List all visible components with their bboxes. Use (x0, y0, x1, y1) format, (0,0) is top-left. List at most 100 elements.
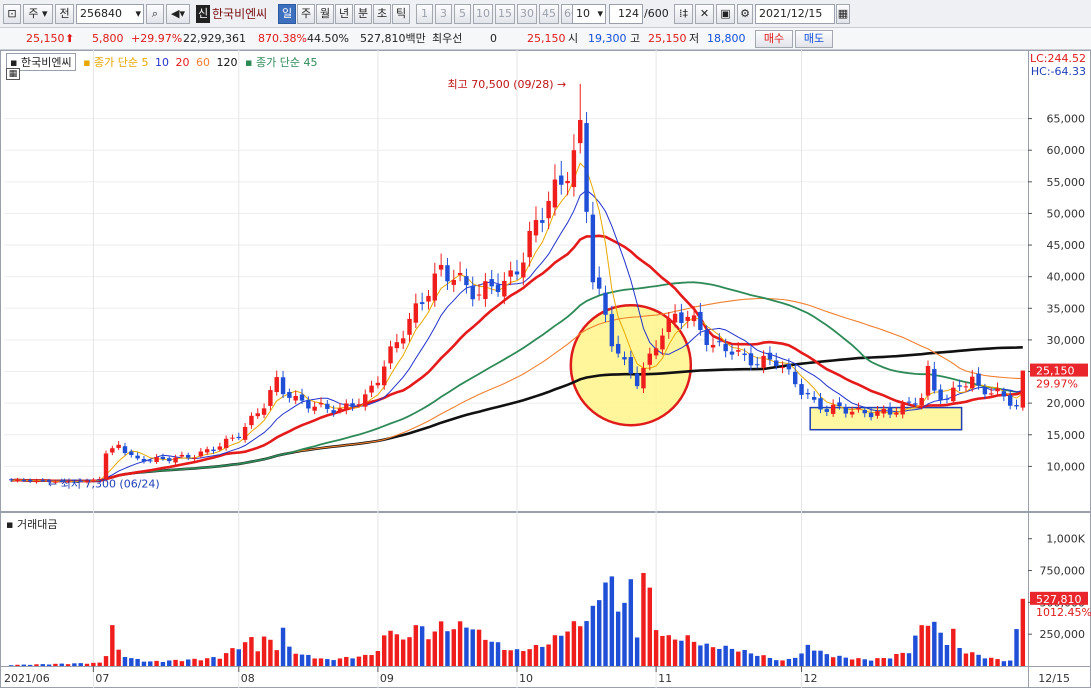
candle-body (913, 403, 918, 405)
candle-body (407, 318, 412, 335)
candle-body (8, 479, 14, 481)
dropdown-arrow-icon[interactable]: ▾ (597, 5, 603, 23)
candle-body (868, 412, 874, 418)
volume-bar (287, 646, 292, 666)
count-input[interactable]: 124 (609, 4, 643, 24)
stock-code-input[interactable]: 256840 ▾ (76, 4, 144, 24)
candle-body (382, 366, 387, 386)
volume-bar (261, 636, 267, 666)
save-icon[interactable]: ▣ (716, 4, 735, 24)
interval-button[interactable]: 45 (539, 4, 559, 24)
period-button[interactable]: 월 (316, 4, 334, 24)
volume-bar (21, 664, 27, 666)
candle-tool-icon[interactable]: ⁞‡ (674, 4, 693, 24)
interval-button[interactable]: 15 (495, 4, 515, 24)
volume-bar (603, 582, 608, 666)
candle-body (438, 264, 444, 270)
candle-body (811, 397, 817, 400)
interval-button[interactable]: 30 (517, 4, 537, 24)
volume-chart[interactable]: 250,000500,000750,0001,000K527,8101012.4… (0, 512, 1091, 688)
chart-settings-icon[interactable]: ⊡ (3, 4, 21, 24)
candle-body (647, 353, 652, 365)
type-select[interactable]: 주 ▾ (23, 4, 53, 24)
interval-button[interactable]: 3 (435, 4, 452, 24)
period-button[interactable]: 초 (373, 4, 391, 24)
candle-body (331, 410, 336, 414)
candle-body (641, 368, 646, 389)
volume-bar (34, 664, 39, 666)
volume-bar (963, 653, 969, 666)
candle (1020, 370, 1026, 411)
period-button[interactable]: 주 (297, 4, 315, 24)
volume-bar (527, 649, 532, 666)
volume-axis-label: 250,000 (1040, 628, 1086, 641)
prev-button[interactable]: 전 (55, 4, 74, 24)
candle-body (666, 318, 671, 333)
search-icon[interactable]: ⌕ (146, 4, 164, 24)
candle-body (546, 200, 551, 219)
interval-button[interactable]: 5 (454, 4, 471, 24)
volume-bar (970, 652, 975, 666)
candle-body (963, 386, 969, 388)
volume-bar (211, 657, 216, 666)
candle-body (995, 388, 1000, 392)
volume-bar (299, 654, 305, 666)
volume-bar (426, 639, 431, 666)
date-input[interactable]: 2021/12/15 (755, 4, 835, 24)
up-arrow-icon: ⬆ (65, 32, 75, 45)
calendar-icon[interactable]: ▦ (836, 4, 850, 24)
volume-bar (742, 649, 747, 666)
volume-bar (438, 621, 444, 666)
volume-bar (204, 658, 210, 666)
high-price: 25,150 (648, 32, 687, 45)
volume-bar (982, 658, 988, 666)
price-axis-label: 40,000 (1047, 271, 1086, 284)
period-button[interactable]: 년 (335, 4, 353, 24)
gear-icon[interactable]: ⚙ (737, 4, 753, 24)
candle-body (457, 273, 463, 275)
candle-body (723, 343, 728, 352)
candle-body (1020, 370, 1026, 408)
volume-bar (559, 635, 564, 666)
price-chart[interactable]: 10,00015,00020,00025,00030,00035,00040,0… (0, 50, 1091, 512)
candle-body (748, 353, 754, 366)
volume-bar (103, 656, 109, 666)
candle-body (755, 364, 760, 366)
draw-tool-icon[interactable]: ✕ (695, 4, 714, 24)
volume-bar (786, 658, 792, 666)
volume-bar (445, 631, 450, 666)
sell-button[interactable]: 매도 (795, 30, 833, 48)
candle-body (211, 449, 216, 452)
volume-bar (192, 658, 197, 666)
candle-body (514, 271, 520, 275)
volume-bar (792, 657, 798, 666)
dropdown-arrow-icon[interactable]: ▾ (135, 5, 141, 23)
interval-select[interactable]: 10 ▾ (572, 4, 606, 24)
volume-bar (1020, 598, 1026, 666)
date-axis-label: 10 (519, 672, 533, 685)
candle-body (249, 415, 254, 426)
candle-body (717, 341, 722, 343)
grid-toggle-icon[interactable]: ▦ (6, 68, 20, 80)
volume-bar (780, 660, 785, 666)
candle-body (356, 404, 362, 406)
legend-stock: 한국비엔씨 (20, 56, 72, 69)
buy-button[interactable]: 매수 (755, 30, 793, 48)
speaker-icon[interactable]: ◀▾ (166, 4, 190, 24)
price-axis-label: 15,000 (1047, 429, 1086, 442)
open-label: 시 (568, 32, 579, 45)
candle-body (426, 295, 431, 302)
candle-body (400, 338, 406, 344)
volume-bar (837, 655, 842, 666)
candle-body (527, 230, 532, 258)
volume-bar (868, 660, 874, 666)
candle-body (502, 280, 507, 297)
volume-bar (913, 635, 918, 666)
candle-body (1007, 395, 1013, 406)
period-button[interactable]: 틱 (392, 4, 410, 24)
interval-button[interactable]: 10 (473, 4, 493, 24)
candle-body (223, 438, 229, 449)
period-button[interactable]: 일 (278, 4, 296, 24)
period-button[interactable]: 분 (354, 4, 372, 24)
interval-button[interactable]: 1 (416, 4, 433, 24)
